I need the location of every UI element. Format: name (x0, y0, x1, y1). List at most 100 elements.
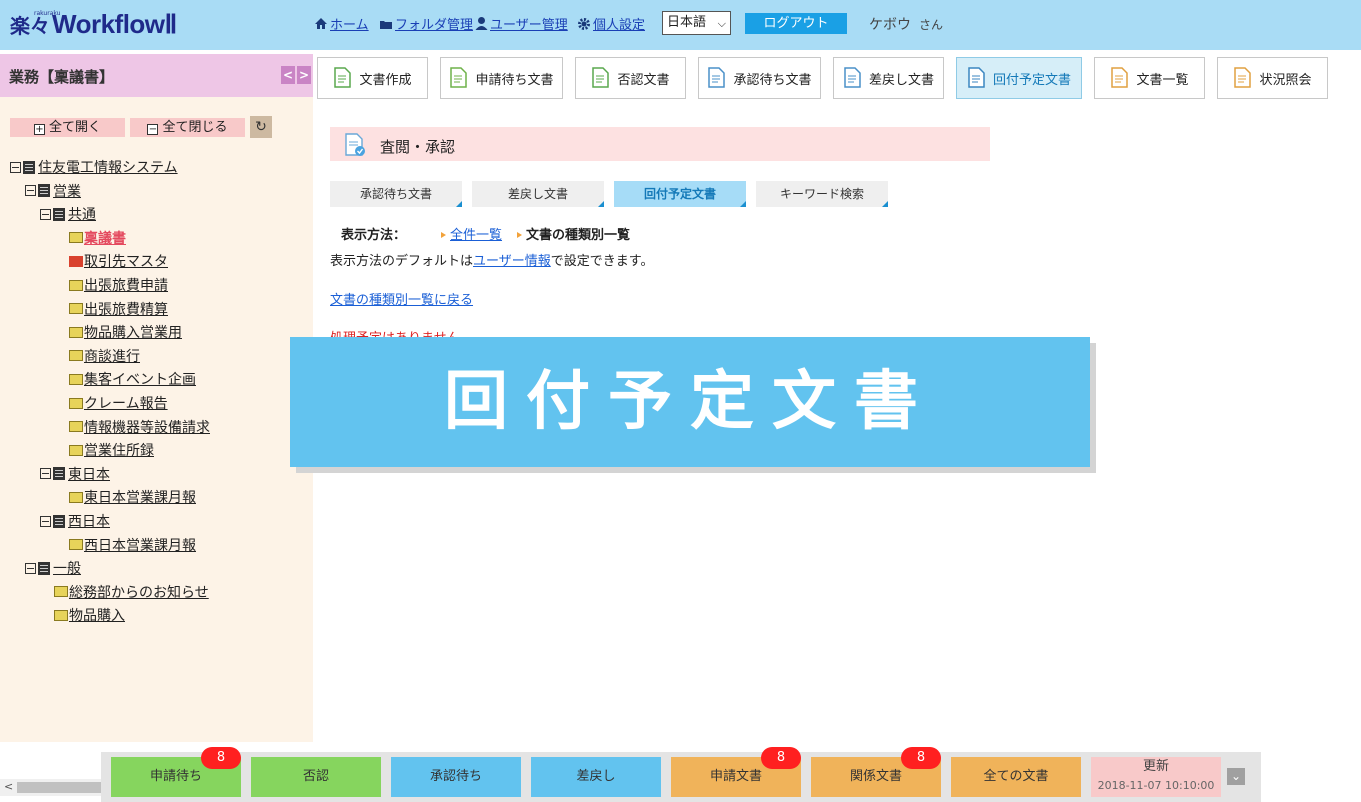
tree-item[interactable]: 物品購入営業用 (69, 323, 182, 341)
update-button[interactable]: 更新 2018-11-07 10:10:00 (1091, 757, 1221, 797)
doc-return-icon (844, 67, 861, 88)
language-value: 日本語 (667, 15, 707, 30)
display-all-link[interactable]: 全件一覧 (450, 228, 502, 243)
logo-sub: rakuraku (34, 10, 61, 17)
status-filter-label: 差戻し (576, 769, 616, 784)
folder-icon (69, 539, 83, 551)
folder-admin-link[interactable]: フォルダ管理 (379, 14, 473, 33)
tree-item[interactable]: 東日本営業課月報 (69, 488, 196, 506)
logo-text: WorkflowⅡ (52, 8, 177, 39)
tree-item-label: クレーム報告 (84, 396, 168, 412)
tree-item[interactable]: 営業 (25, 182, 81, 200)
collapse-all-button[interactable]: − 全て閉じる (130, 118, 245, 137)
toolbar-button[interactable]: 差戻し文書 (833, 57, 944, 99)
toolbar-button[interactable]: 申請待ち文書 (440, 57, 563, 99)
chevron-down-icon[interactable]: ⌄ (1227, 768, 1245, 785)
toolbar-button[interactable]: 回付予定文書 (956, 57, 1082, 99)
tree-item[interactable]: 一般 (25, 559, 81, 577)
folder-icon (69, 350, 83, 362)
toolbar-button-label: 差戻し文書 (868, 72, 934, 88)
status-filter-button[interactable]: 全ての文書 (951, 757, 1081, 797)
count-badge: 8 (901, 747, 941, 769)
tree-item-label: 西日本営業課月報 (84, 537, 196, 554)
subtab-routing-scheduled[interactable]: 回付予定文書 (614, 181, 746, 207)
status-filter-button[interactable]: 申請待ち 8 (111, 747, 241, 797)
status-filter-label: 全ての文書 (983, 769, 1049, 784)
default-setting-note: 表示方法のデフォルトはユーザー情報で設定できます。 (330, 250, 653, 269)
tree-item[interactable]: 東日本 (40, 465, 110, 483)
tree-item[interactable]: 営業住所録 (69, 441, 154, 459)
tree-item[interactable]: 西日本営業課月報 (69, 536, 196, 554)
expand-all-button[interactable]: + 全て開く (10, 118, 125, 137)
default-note-post: で設定できます。 (550, 254, 654, 269)
personal-settings-link[interactable]: 個人設定 (577, 14, 645, 33)
status-filter-button[interactable]: 申請文書 8 (671, 747, 801, 797)
status-filter-button[interactable]: 承認待ち (391, 757, 521, 797)
tree-item[interactable]: 共通 (40, 205, 96, 223)
status-filter-button[interactable]: 否認 (251, 757, 381, 797)
toolbar-button[interactable]: 文書作成 (317, 57, 428, 99)
tree-item-label: 西日本 (68, 514, 110, 530)
user-admin-label: ユーザー管理 (490, 18, 568, 33)
doc-rejected-icon (592, 67, 610, 88)
collapse-node-icon[interactable] (10, 161, 21, 173)
tree-item-label: 東日本 (68, 466, 110, 483)
folder-icon (69, 232, 83, 244)
tree-item[interactable]: 集客イベント企画 (69, 370, 196, 388)
subtab-returned[interactable]: 差戻し文書 (472, 181, 604, 207)
tree-item[interactable]: 総務部からのお知らせ (54, 583, 209, 601)
folder-icon (69, 491, 83, 503)
app-logo[interactable]: 楽々 rakuraku WorkflowⅡ (10, 8, 177, 40)
section-header: 査閲・承認 (330, 127, 990, 161)
collapse-node-icon[interactable] (40, 515, 51, 527)
display-by-type-option: 文書の種類別一覧 (517, 224, 630, 243)
tree-item[interactable]: 出張旅費申請 (69, 276, 168, 294)
language-select[interactable]: 日本語 ⌵ (662, 11, 731, 35)
subtab-keyword-search[interactable]: キーワード検索 (756, 181, 888, 207)
cabinet-icon (38, 561, 50, 575)
collapse-node-icon[interactable] (40, 468, 51, 480)
tree-item[interactable]: 住友電工情報システム (10, 158, 178, 176)
toolbar-button[interactable]: 状況照会 (1217, 57, 1328, 99)
scroll-left-icon[interactable]: < (4, 780, 13, 793)
user-info-link[interactable]: ユーザー情報 (473, 254, 551, 269)
refresh-icon[interactable]: ↻ (250, 116, 272, 138)
chevron-left-icon[interactable]: < (281, 66, 295, 84)
tree-item[interactable]: 西日本 (40, 512, 110, 530)
tree-item[interactable]: 商談進行 (69, 347, 140, 365)
display-by-type-label: 文書の種類別一覧 (526, 228, 631, 243)
display-all-option[interactable]: 全件一覧 (441, 224, 502, 243)
folder-admin-label: フォルダ管理 (395, 18, 474, 33)
back-to-type-list-link[interactable]: 文書の種類別一覧に戻る (330, 289, 473, 308)
folder-icon (69, 397, 83, 409)
user-admin-link[interactable]: ユーザー管理 (475, 14, 568, 33)
tree-item[interactable]: クレーム報告 (69, 394, 168, 412)
subtab-approval-waiting[interactable]: 承認待ち文書 (330, 181, 462, 207)
tree-item[interactable]: 出張旅費精算 (69, 300, 168, 318)
folder-icon (69, 303, 83, 315)
update-timestamp: 2018-11-07 10:10:00 (1097, 779, 1215, 792)
tree-item[interactable]: 稟議書 (69, 229, 126, 247)
collapse-node-icon[interactable] (25, 562, 36, 574)
minus-icon: − (147, 124, 159, 135)
collapse-node-icon[interactable] (25, 185, 36, 197)
folder-icon (69, 444, 83, 456)
doc-approval-icon (708, 67, 726, 88)
status-filter-button[interactable]: 関係文書 8 (811, 747, 941, 797)
toolbar-button[interactable]: 承認待ち文書 (698, 57, 821, 99)
logout-button[interactable]: ログアウト (745, 13, 847, 34)
toolbar-button-label: 状況照会 (1259, 72, 1312, 88)
tree-item[interactable]: 物品購入 (54, 606, 125, 624)
tree-item[interactable]: 取引先マスタ (69, 252, 168, 270)
home-link[interactable]: ホーム (314, 14, 369, 33)
mail-folder-icon (69, 255, 83, 267)
collapse-node-icon[interactable] (40, 208, 51, 220)
toolbar-button[interactable]: 否認文書 (575, 57, 686, 99)
folder-icon (69, 326, 83, 338)
arrow-right-icon (441, 232, 446, 238)
gear-icon (578, 17, 590, 30)
chevron-right-icon[interactable]: > (297, 66, 311, 84)
tree-item[interactable]: 情報機器等設備請求 (69, 418, 210, 436)
status-filter-button[interactable]: 差戻し (531, 757, 661, 797)
toolbar-button[interactable]: 文書一覧 (1094, 57, 1205, 99)
